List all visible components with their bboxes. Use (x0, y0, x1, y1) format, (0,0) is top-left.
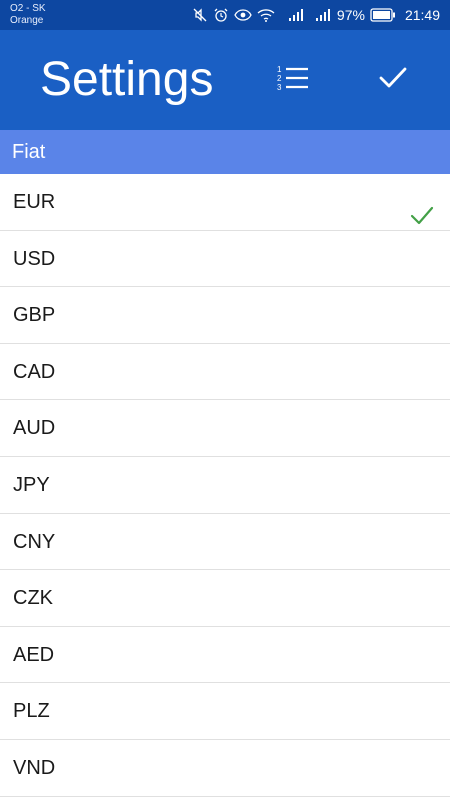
currency-code: PLZ (13, 700, 50, 723)
currency-code: CNY (13, 530, 56, 553)
currency-code: AUD (13, 417, 56, 440)
sort-order-button[interactable]: 1 2 3 (270, 60, 316, 100)
currency-code: CAD (13, 360, 56, 383)
currency-list: EUR USD GBP CAD AUD JPY CNY CZK AED PLZ VND (0, 174, 450, 797)
svg-text:1: 1 (277, 65, 282, 74)
page-title: Settings (40, 53, 214, 106)
status-bar: O2 - SK Orange 97% 21:49 (0, 0, 450, 30)
status-icons: 97% 21:49 (192, 0, 440, 30)
svg-text:3: 3 (277, 83, 282, 92)
svg-text:2: 2 (277, 74, 282, 83)
signal-icon (315, 8, 331, 22)
currency-item-cad[interactable]: CAD (0, 344, 450, 401)
currency-item-aud[interactable]: AUD (0, 400, 450, 457)
currency-item-plz[interactable]: PLZ (0, 683, 450, 740)
selected-check-icon (410, 192, 434, 225)
currency-item-aed[interactable]: AED (0, 627, 450, 684)
battery-percent: 97% (336, 7, 365, 23)
currency-item-jpy[interactable]: JPY (0, 457, 450, 514)
battery-icon (370, 8, 396, 22)
currency-item-eur[interactable]: EUR (0, 174, 450, 231)
currency-item-usd[interactable]: USD (0, 231, 450, 288)
check-icon (378, 65, 408, 96)
currency-item-czk[interactable]: CZK (0, 570, 450, 627)
app-bar: Settings 1 2 3 (0, 30, 450, 130)
currency-item-cny[interactable]: CNY (0, 514, 450, 571)
currency-code: JPY (13, 473, 50, 496)
currency-code: AED (13, 643, 55, 666)
currency-code: GBP (13, 304, 56, 327)
currency-item-gbp[interactable]: GBP (0, 287, 450, 344)
currency-code: VND (13, 756, 56, 779)
currency-item-vnd[interactable]: VND (0, 740, 450, 797)
currency-code: USD (13, 247, 56, 270)
currency-code: EUR (13, 191, 56, 213)
signal-icon (288, 8, 304, 22)
carrier-secondary: Orange (10, 15, 44, 26)
done-button[interactable] (370, 60, 416, 100)
clock: 21:49 (404, 7, 440, 23)
numbered-list-icon: 1 2 3 (276, 63, 310, 98)
wifi-icon (257, 7, 275, 23)
eye-icon (234, 7, 252, 23)
carrier-info: O2 - SK Orange (10, 3, 46, 27)
alarm-icon (213, 7, 229, 23)
mute-icon (192, 7, 208, 23)
currency-code: CZK (13, 587, 53, 610)
carrier-name: O2 - SK (10, 3, 46, 14)
section-header-fiat: Fiat (0, 130, 450, 174)
